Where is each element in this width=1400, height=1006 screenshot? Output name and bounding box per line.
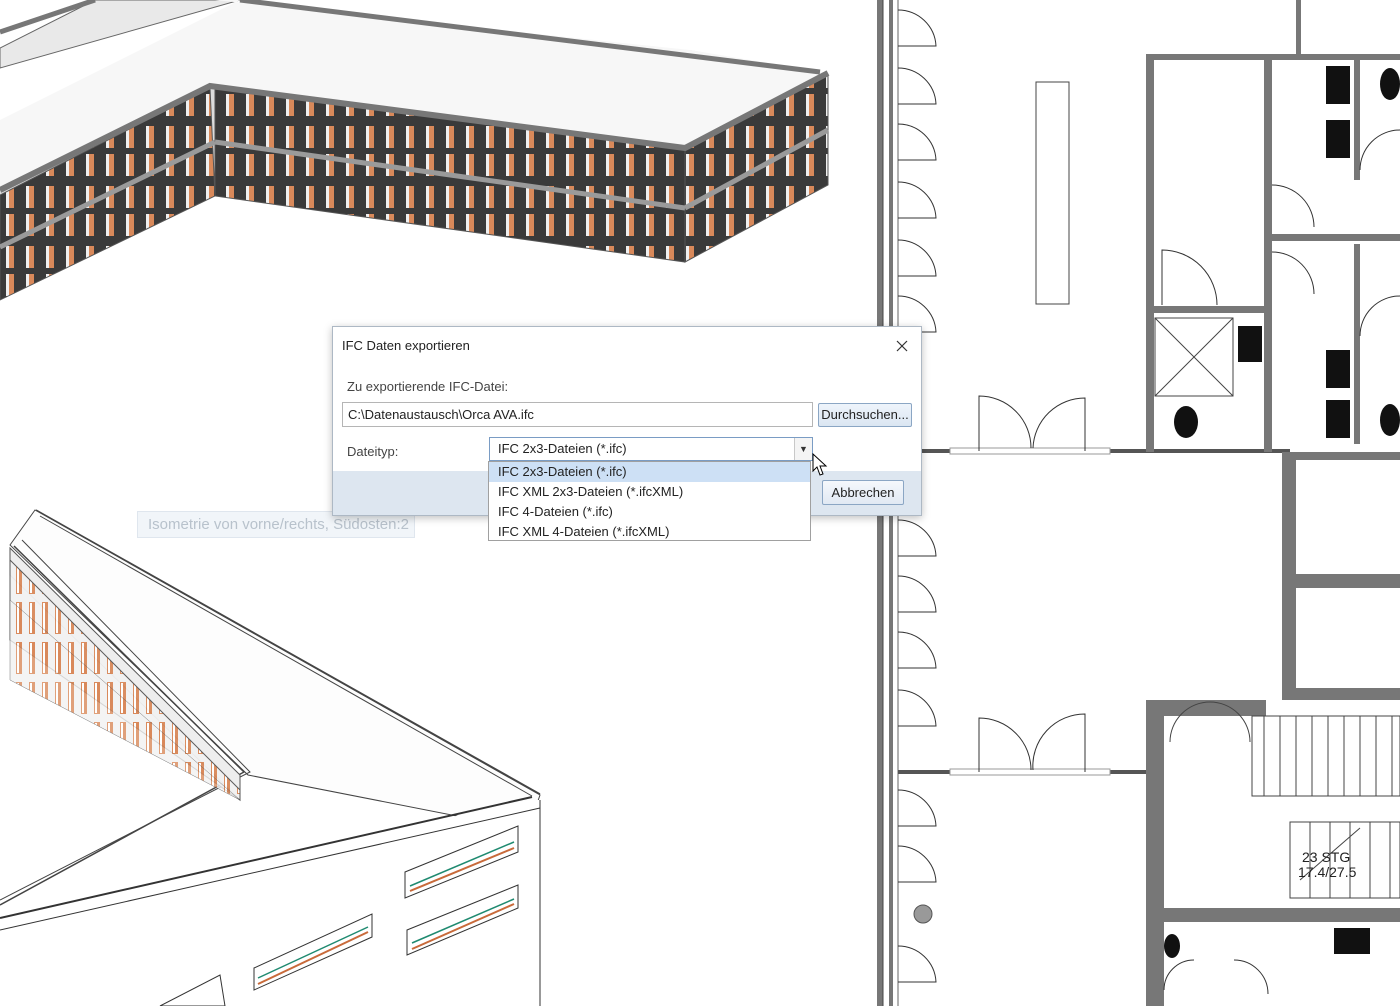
file-type-option[interactable]: IFC XML 4-Dateien (*.ifcXML) xyxy=(489,522,810,542)
file-label: Zu exportierende IFC-Datei: xyxy=(347,379,509,394)
file-path-input[interactable]: C:\Datenaustausch\Orca AVA.ifc xyxy=(342,402,813,427)
floor-plan: 23 STG 17.4/27.5 xyxy=(877,0,1400,1006)
dropdown-arrow-icon[interactable]: ▼ xyxy=(794,438,812,460)
file-type-option[interactable]: IFC XML 2x3-Dateien (*.ifcXML) xyxy=(489,482,810,502)
file-type-selected: IFC 2x3-Dateien (*.ifc) xyxy=(498,441,627,456)
stair-label-bottom: 17.4/27.5 xyxy=(1298,864,1357,880)
browse-button[interactable]: Durchsuchen... xyxy=(818,403,912,427)
isometric-model-top xyxy=(0,0,830,301)
mouse-cursor-icon xyxy=(812,453,828,476)
dialog-title: IFC Daten exportieren xyxy=(342,338,470,353)
isometric-model-bottom xyxy=(0,509,541,1006)
stair-label-top: 23 STG xyxy=(1302,849,1350,865)
close-icon xyxy=(896,340,908,352)
file-type-option[interactable]: IFC 2x3-Dateien (*.ifc) xyxy=(489,462,810,482)
file-type-options: IFC 2x3-Dateien (*.ifc) IFC XML 2x3-Date… xyxy=(488,461,811,541)
file-type-option[interactable]: IFC 4-Dateien (*.ifc) xyxy=(489,502,810,522)
close-button[interactable] xyxy=(889,333,915,359)
file-type-label: Dateityp: xyxy=(347,444,399,459)
cancel-button[interactable]: Abbrechen xyxy=(822,480,904,505)
file-type-select[interactable]: IFC 2x3-Dateien (*.ifc) ▼ xyxy=(489,437,813,461)
